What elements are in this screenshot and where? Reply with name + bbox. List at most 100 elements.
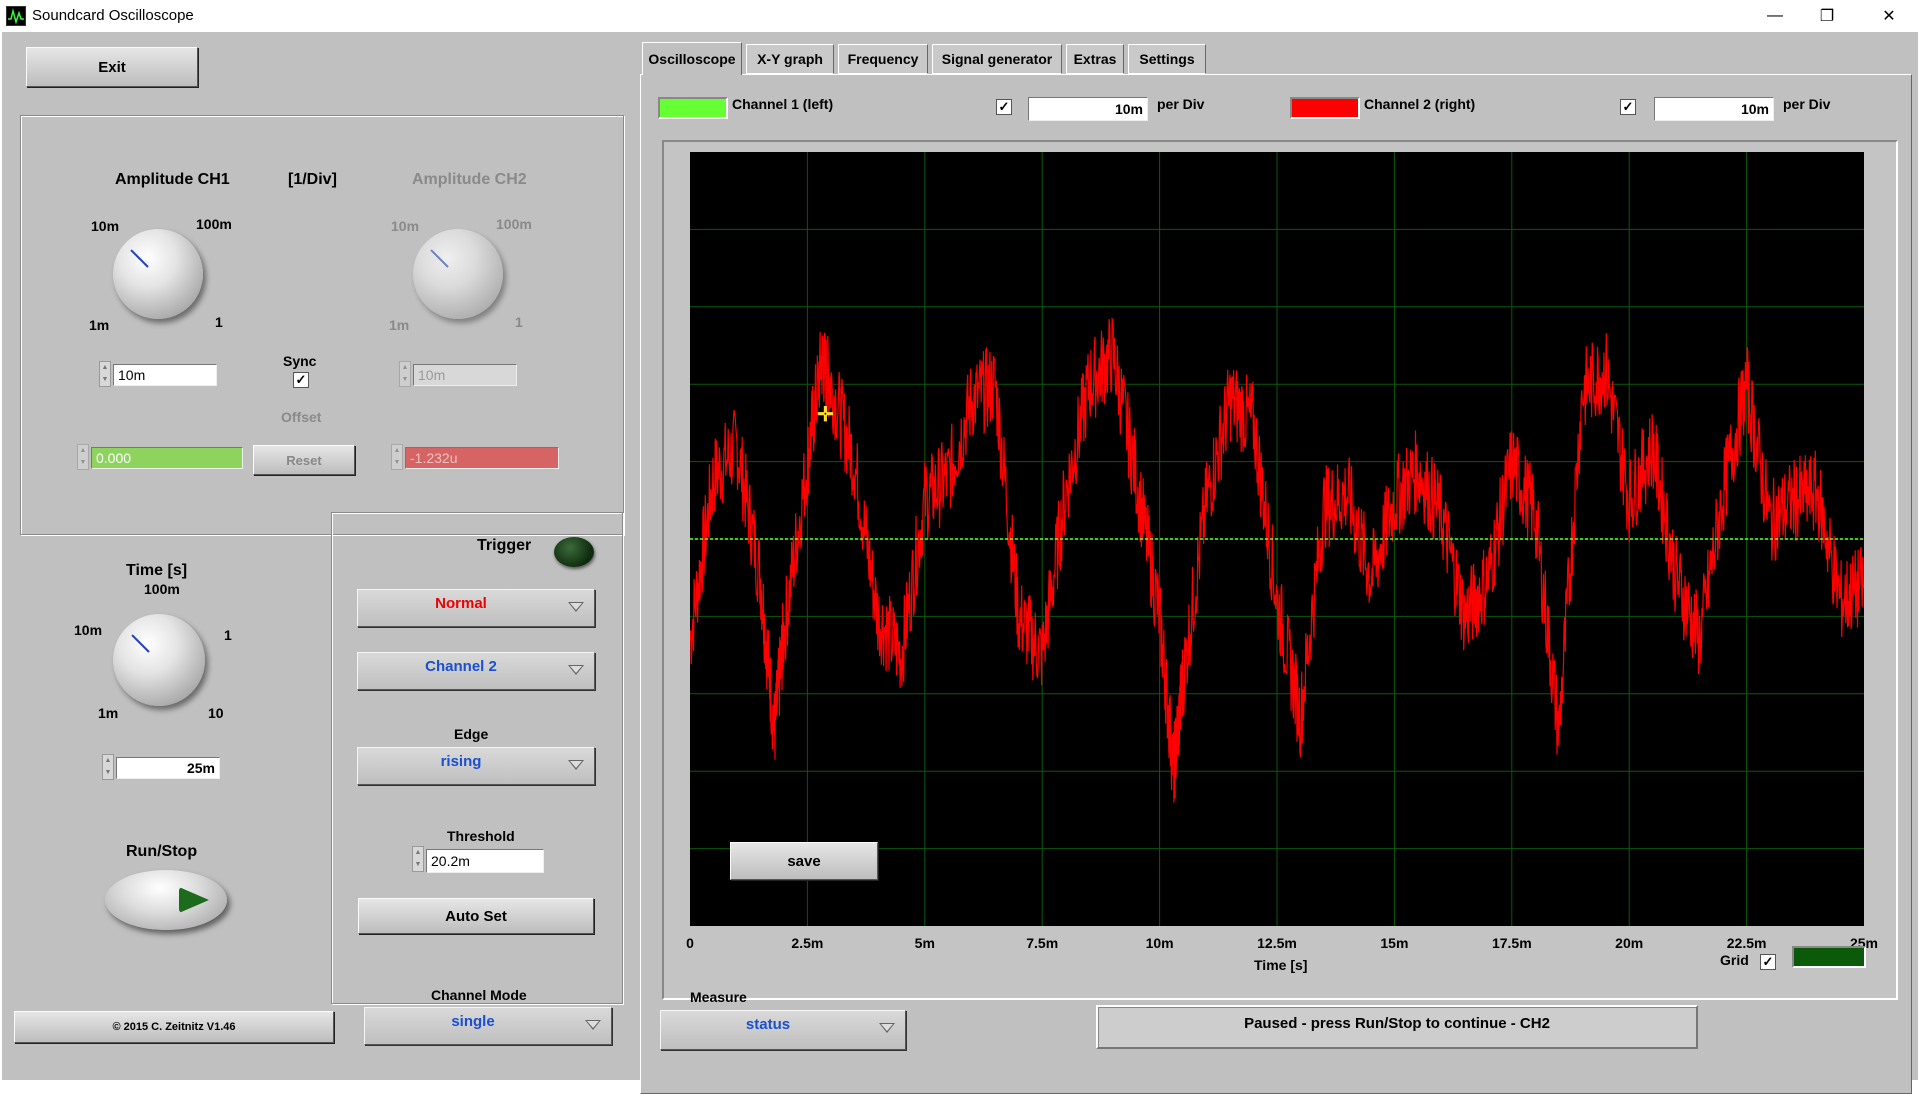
measure-value: status [745,1016,791,1033]
exit-button[interactable]: Exit [26,47,198,87]
time-spinner[interactable]: ▲ ▼ [102,754,114,780]
x-tick-label: 12.5m [1257,935,1297,951]
time-knob[interactable] [113,614,205,706]
sync-checkbox[interactable]: ✓ [293,372,309,388]
x-tick-label: 0 [686,935,694,951]
offset-label: Offset [281,409,322,425]
channel2-perdiv-input[interactable]: 10m [1654,97,1774,121]
x-tick-label: 20m [1615,935,1644,951]
time-tick-1m: 1m [98,705,119,721]
runstop-button[interactable] [105,870,227,930]
runstop-label: Run/Stop [126,843,198,860]
tab-oscilloscope[interactable]: Oscilloscope [642,42,742,75]
channel1-color-fill [660,99,726,117]
channel1-color-swatch[interactable] [658,97,728,119]
amp-ch2-tick-100m: 100m [496,216,532,232]
offset-ch1-spinner[interactable]: ▲ ▼ [77,444,89,470]
trigger-channel-dropdown[interactable]: Channel 2 [357,652,595,690]
amplitude-ch1-needle [130,249,149,268]
offset-reset-button[interactable]: Reset [253,445,355,475]
channel2-perdiv-label: per Div [1783,96,1831,112]
cursor-crosshair-icon: ✛ [817,404,834,426]
time-title: Time [s] [126,562,188,579]
channel-mode-dropdown[interactable]: single [364,1007,612,1045]
x-tick-label: 15m [1380,935,1409,951]
amp-ch2-tick-10m: 10m [391,218,420,234]
restore-button[interactable]: ❐ [1804,0,1850,32]
time-input[interactable]: 25m [116,757,220,779]
sync-label: Sync [283,353,317,369]
grid-color-swatch[interactable] [1792,946,1866,968]
tab-settings[interactable]: Settings [1128,44,1206,74]
amp-ch1-tick-1: 1 [215,314,223,330]
channel1-label: Channel 1 (left) [732,96,834,112]
offset-ch1-input[interactable]: 0.000 [91,447,243,469]
channel1-perdiv-input[interactable]: 10m [1028,97,1148,121]
time-tick-10: 10 [208,705,224,721]
x-tick-label: 17.5m [1491,935,1532,951]
oscilloscope-plot[interactable] [690,152,1864,926]
measure-label: Measure [690,989,747,1005]
grid-label: Grid [1720,952,1749,968]
window-title: Soundcard Oscilloscope [32,7,194,24]
oscilloscope-app-icon [6,6,26,26]
time-tick-1: 1 [224,627,232,643]
save-button[interactable]: save [730,842,878,880]
play-icon [179,887,209,913]
chevron-down-icon [568,760,584,770]
trigger-mode-value: Normal [435,595,487,612]
amp-ch2-spinner[interactable]: ▲ ▼ [399,361,411,387]
time-tick-100m: 100m [144,581,180,597]
trigger-mode-dropdown[interactable]: Normal [357,589,595,627]
offset-ch2-input[interactable]: -1.232u [405,447,559,469]
channel2-color-fill [1292,99,1358,117]
trigger-panel: Trigger Normal Channel 2 Edge rising Thr… [331,512,623,1004]
amplitude-ch1-knob[interactable] [113,229,203,319]
amplitude-ch2-title: Amplitude CH2 [412,171,527,188]
tab-xy-graph[interactable]: X-Y graph [746,44,834,74]
chevron-down-icon [568,602,584,612]
x-tick-label: 5m [914,935,935,951]
x-tick-label: 22.5m [1726,935,1767,951]
amp-ch1-tick-1m: 1m [89,317,110,333]
channel1-enable-checkbox[interactable]: ✓ [996,99,1012,115]
amplitude-ch2-knob[interactable] [413,229,503,319]
amp-ch1-spinner[interactable]: ▲ ▼ [99,361,111,387]
amplitude-ch1-input[interactable]: 10m [113,364,217,386]
close-button[interactable]: ✕ [1866,0,1912,32]
amp-ch2-tick-1: 1 [515,314,523,330]
title-bar: Soundcard Oscilloscope — ❐ ✕ [0,0,1920,32]
tab-signal-generator[interactable]: Signal generator [932,44,1062,74]
chevron-down-icon [568,665,584,675]
tab-extras[interactable]: Extras [1066,44,1124,74]
x-tick-label: 7.5m [1026,935,1059,951]
channel2-color-swatch[interactable] [1290,97,1360,119]
trigger-title: Trigger [477,537,532,554]
measure-dropdown[interactable]: status [660,1010,906,1050]
threshold-input[interactable]: 20.2m [426,849,544,873]
trigger-edge-dropdown[interactable]: rising [357,747,595,785]
amp-ch2-tick-1m: 1m [389,317,410,333]
copyright-label: © 2015 C. Zeitnitz V1.46 [14,1011,334,1043]
time-needle [131,634,150,653]
x-tick-label: 2.5m [791,935,824,951]
x-axis-label: Time [s] [1254,957,1308,973]
amplitude-panel: Amplitude CH1 [1/Div] Amplitude CH2 10m … [20,115,624,535]
amplitude-ch1-title: Amplitude CH1 [115,171,230,188]
chevron-down-icon [585,1020,601,1030]
app-window: Soundcard Oscilloscope — ❐ ✕ Exit Amplit… [0,0,1920,1094]
trigger-channel-value: Channel 2 [425,658,497,675]
amplitude-ch2-needle [430,249,449,268]
channel2-enable-checkbox[interactable]: ✓ [1620,99,1636,115]
grid-checkbox[interactable]: ✓ [1760,954,1776,970]
main-client-area: Exit Amplitude CH1 [1/Div] Amplitude CH2… [2,32,1918,1094]
channel-mode-value: single [451,1013,495,1030]
threshold-spinner[interactable]: ▲ ▼ [412,846,424,872]
trigger-edge-value: rising [440,753,482,770]
threshold-label: Threshold [447,828,515,844]
amplitude-ch2-input[interactable]: 10m [413,364,517,386]
minimize-button[interactable]: — [1752,0,1798,32]
autoset-button[interactable]: Auto Set [358,898,594,934]
offset-ch2-spinner[interactable]: ▲ ▼ [391,444,403,470]
tab-frequency[interactable]: Frequency [838,44,928,74]
